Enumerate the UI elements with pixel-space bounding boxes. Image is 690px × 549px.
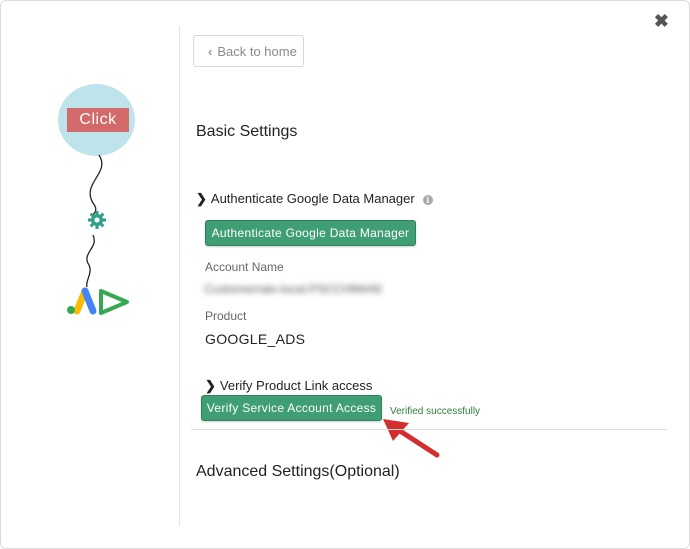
verify-section-toggle[interactable]: ❯ Verify Product Link access — [205, 378, 372, 394]
authenticate-heading: Authenticate Google Data Manager — [210, 191, 415, 206]
info-icon[interactable]: i — [422, 194, 433, 205]
back-to-home-label: Back to home — [217, 44, 297, 59]
authenticate-section-toggle[interactable]: ❯ Authenticate Google Data Manager i — [196, 191, 433, 207]
verify-service-account-button[interactable]: Verify Service Account Access — [201, 395, 382, 421]
product-value: GOOGLE_ADS — [205, 331, 306, 347]
account-name-value: Customerrate-local-PSCCHM#All — [204, 282, 382, 296]
product-label: Product — [205, 309, 247, 323]
chevron-right-icon: ❯ — [196, 191, 207, 206]
google-ads-logo — [67, 287, 129, 315]
verify-heading: Verify Product Link access — [219, 378, 373, 393]
divider-vertical — [179, 26, 180, 526]
advanced-settings-title[interactable]: Advanced Settings(Optional) — [196, 463, 400, 481]
click-label: Click — [67, 108, 129, 132]
annotation-arrow-icon — [383, 419, 440, 458]
account-name-label: Account Name — [205, 260, 284, 274]
authenticate-button[interactable]: Authenticate Google Data Manager — [205, 220, 416, 246]
chevron-left-icon: ‹ — [208, 44, 213, 59]
back-to-home-button[interactable]: ‹ Back to home — [193, 35, 304, 67]
gear-icon — [88, 211, 106, 229]
section-divider — [191, 429, 667, 430]
chevron-right-icon: ❯ — [205, 378, 216, 393]
close-icon[interactable]: ✖ — [654, 11, 669, 32]
settings-modal: ✖ Click ‹ Back to home Basic Settings ❯ … — [0, 0, 690, 549]
basic-settings-title: Basic Settings — [196, 123, 298, 140]
